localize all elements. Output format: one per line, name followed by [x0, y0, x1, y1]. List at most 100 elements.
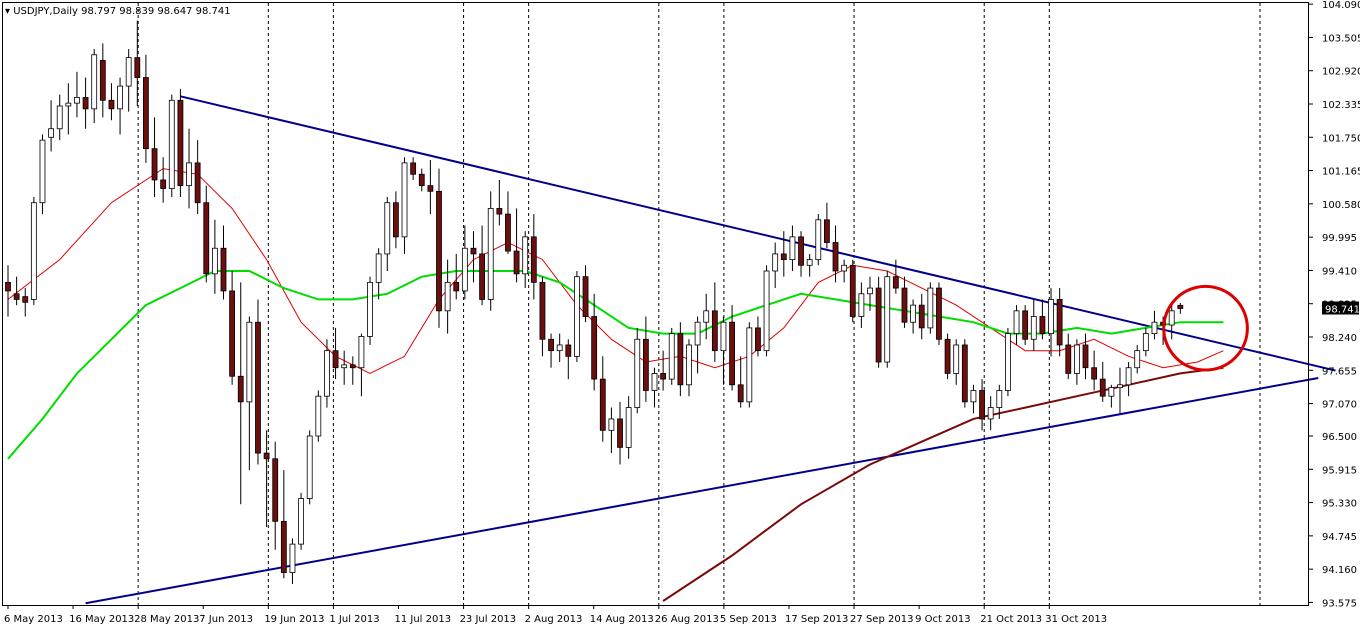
bull-candle	[168, 99, 175, 189]
bear-candle	[392, 202, 399, 238]
bull-candle	[686, 344, 692, 386]
bull-candle	[1117, 384, 1123, 389]
bull-candle	[927, 287, 934, 329]
bull-candle	[487, 208, 494, 300]
bull-candle	[970, 390, 977, 403]
bear-candle	[418, 173, 425, 187]
x-tick-label: 2 Aug 2013	[525, 614, 583, 625]
bear-candle	[729, 321, 735, 386]
bear-candle	[99, 60, 106, 101]
bear-candle	[660, 373, 667, 380]
bull-candle	[211, 247, 218, 275]
y-tick-label: 98.240	[1322, 333, 1357, 344]
y-tick-label: 93.575	[1322, 598, 1357, 609]
y-tick-label: 97.070	[1322, 400, 1357, 411]
bull-candle	[996, 390, 1003, 408]
bear-candle	[194, 162, 201, 204]
bear-candle	[203, 202, 210, 275]
bear-candle	[1022, 310, 1029, 340]
y-tick-label: 103.505	[1322, 33, 1360, 44]
y-tick-label: 94.745	[1322, 532, 1357, 543]
bull-candle	[39, 139, 46, 204]
bull-candle	[1005, 333, 1011, 391]
bear-candle	[961, 344, 968, 403]
bear-candle	[13, 293, 20, 300]
x-tick-label: 5 Sep 2013	[720, 614, 777, 625]
bull-candle	[298, 498, 304, 545]
bear-candle	[22, 296, 29, 303]
bear-candle	[979, 390, 985, 420]
bear-candle	[160, 179, 167, 189]
bear-candle	[496, 208, 503, 215]
x-tick-label: 21 Oct 2013	[980, 614, 1042, 625]
y-tick-label: 101.165	[1322, 167, 1360, 178]
bear-candle	[599, 378, 606, 431]
bear-candle	[944, 338, 951, 374]
bull-candle	[48, 128, 54, 138]
x-tick-label: 16 May 2013	[69, 614, 134, 625]
bear-candle	[1039, 316, 1046, 334]
bear-candle	[453, 281, 460, 292]
bull-candle	[246, 321, 253, 403]
bull-candle	[651, 373, 658, 391]
bull-candle	[867, 287, 873, 295]
bear-candle	[82, 97, 89, 110]
bear-candle	[470, 247, 477, 255]
x-tick-label: 23 Jul 2013	[460, 614, 517, 625]
bull-candle	[1125, 367, 1132, 386]
bear-candle	[1177, 304, 1184, 309]
bear-candle	[151, 148, 158, 181]
bear-candle	[918, 304, 925, 329]
bear-candle	[272, 458, 279, 522]
bull-candle	[375, 253, 382, 283]
bear-candle	[479, 253, 486, 300]
x-tick-label: 6 May 2013	[4, 614, 63, 625]
bear-candle	[177, 99, 184, 187]
bear-candle	[617, 418, 623, 448]
y-tick-label: 96.500	[1322, 432, 1357, 443]
bear-candle	[255, 321, 261, 454]
y-tick-label: 102.335	[1322, 100, 1360, 111]
bear-candle	[548, 338, 554, 352]
x-tick-label: 14 Aug 2013	[590, 614, 654, 625]
bear-candle	[565, 344, 572, 357]
bear-candle	[5, 281, 11, 292]
bear-candle	[1091, 367, 1098, 380]
bear-candle	[349, 364, 356, 369]
price-chart[interactable]: 104.090 103.505 102.920 102.335 101.750 101.1…	[0, 0, 1360, 625]
bear-candle	[143, 77, 149, 150]
bull-candle	[306, 435, 313, 499]
bull-candle	[953, 344, 960, 374]
bull-candle	[694, 321, 701, 346]
x-tick-label: 26 Aug 2013	[655, 614, 719, 625]
x-tick-label: 27 Sep 2013	[850, 614, 913, 625]
bear-candle	[134, 57, 141, 78]
bear-candle	[410, 162, 417, 175]
x-tick-label: 7 Jun 2013	[199, 614, 253, 625]
bear-candle	[220, 247, 227, 292]
bear-candle	[824, 219, 830, 243]
bull-candle	[522, 236, 529, 275]
bull-candle	[1013, 310, 1020, 334]
bull-candle	[401, 162, 408, 238]
bear-candle	[936, 287, 942, 340]
bear-candle	[737, 384, 744, 403]
x-tick-label: 9 Oct 2013	[915, 614, 970, 625]
bear-candle	[505, 213, 511, 252]
bull-candle	[186, 162, 192, 187]
y-tick-label: 95.915	[1322, 465, 1357, 476]
bear-candle	[591, 316, 598, 380]
bear-candle	[280, 520, 287, 573]
current-price-tag: 98.741	[1322, 301, 1360, 315]
bull-candle	[367, 281, 373, 337]
bull-candle	[884, 276, 891, 363]
bear-candle	[892, 276, 899, 289]
bull-candle	[65, 102, 72, 107]
bull-candle	[289, 543, 296, 573]
bull-candle	[806, 259, 813, 266]
bull-candle	[341, 364, 348, 369]
bull-candle	[1030, 316, 1037, 340]
bull-candle	[574, 276, 580, 357]
bull-candle	[324, 350, 330, 397]
y-tick-label: 99.410	[1322, 266, 1357, 277]
